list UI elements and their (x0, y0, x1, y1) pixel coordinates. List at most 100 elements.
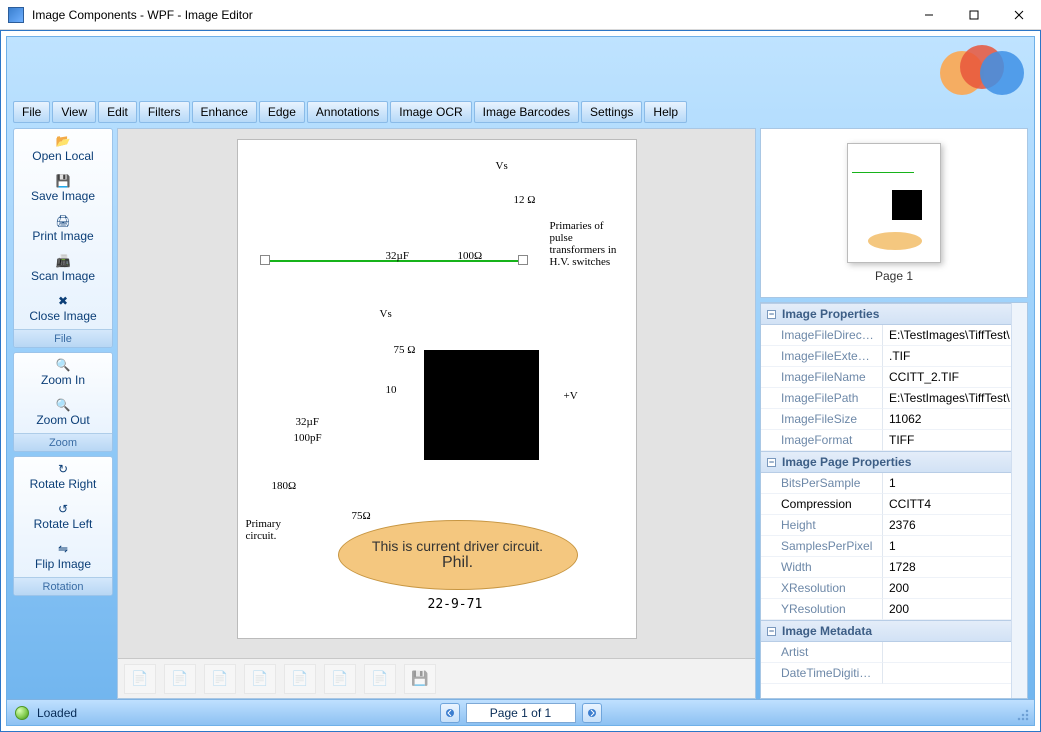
property-row[interactable]: YResolution200 (761, 599, 1027, 620)
property-value[interactable]: 1 (883, 536, 1027, 557)
shelf-item[interactable]: 📄 (244, 664, 276, 694)
property-value[interactable]: 200 (883, 599, 1027, 620)
property-value[interactable]: TIFF (883, 430, 1027, 451)
scrollbar[interactable] (1011, 303, 1027, 698)
annotation-handle-right[interactable] (518, 255, 528, 265)
property-row[interactable]: XResolution200 (761, 578, 1027, 599)
shelf-item[interactable]: 📄 (204, 664, 236, 694)
shelf-item[interactable]: 📄 (164, 664, 196, 694)
image-page[interactable]: Vs 12 Ω Primaries of pulse transformers … (237, 139, 637, 639)
property-value[interactable]: E:\TestImages\TiffTest\ (883, 325, 1027, 346)
menu-annotations[interactable]: Annotations (307, 101, 388, 123)
open-local-button[interactable]: 📂Open Local (14, 129, 112, 169)
next-page-button[interactable] (582, 703, 602, 723)
property-key: Height (761, 515, 883, 536)
menu-bar: File View Edit Filters Enhance Edge Anno… (7, 101, 1034, 123)
property-value[interactable] (883, 663, 1027, 684)
menu-file[interactable]: File (13, 101, 50, 123)
page-thumbnail[interactable] (847, 143, 941, 263)
toolbar-rotation-group: ↻Rotate Right ↺Rotate Left ⇋Flip Image R… (13, 456, 113, 596)
property-value[interactable]: 2376 (883, 515, 1027, 536)
flip-image-button[interactable]: ⇋Flip Image (14, 537, 112, 577)
prev-page-button[interactable] (440, 703, 460, 723)
property-key: XResolution (761, 578, 883, 599)
property-value[interactable]: 200 (883, 578, 1027, 599)
resize-grip[interactable] (1017, 709, 1031, 723)
circuit-label: 75 Ω (394, 344, 416, 356)
close-doc-icon: ✖ (55, 295, 71, 307)
rotate-left-icon: ↺ (55, 503, 71, 515)
menu-help[interactable]: Help (644, 101, 687, 123)
property-value[interactable]: CCITT_2.TIF (883, 367, 1027, 388)
printer-icon: 🖨 (55, 215, 71, 227)
property-value[interactable]: 1728 (883, 557, 1027, 578)
property-row[interactable]: Artist (761, 642, 1027, 663)
property-section-header[interactable]: −Image Metadata (761, 620, 1027, 642)
property-value[interactable] (883, 642, 1027, 663)
annotation-shelf: 📄 📄 📄 📄 📄 📄 📄 💾 (118, 658, 755, 698)
shelf-item[interactable]: 📄 (324, 664, 356, 694)
property-row[interactable]: ImageFormatTIFF (761, 430, 1027, 451)
property-key: ImageFileExtension (761, 346, 883, 367)
image-viewer[interactable]: Vs 12 Ω Primaries of pulse transformers … (117, 128, 756, 699)
property-section-title: Image Properties (782, 307, 879, 321)
property-value[interactable]: .TIF (883, 346, 1027, 367)
rotate-right-button[interactable]: ↻Rotate Right (14, 457, 112, 497)
annotation-text: This is current driver circuit. (372, 538, 543, 554)
annotation-text-oval[interactable]: This is current driver circuit. Phil. (338, 520, 578, 590)
property-row[interactable]: DateTimeDigitized (761, 663, 1027, 684)
menu-image-barcodes[interactable]: Image Barcodes (474, 101, 579, 123)
property-row[interactable]: CompressionCCITT4 (761, 494, 1027, 515)
save-image-button[interactable]: 💾Save Image (14, 169, 112, 209)
print-image-button[interactable]: 🖨Print Image (14, 209, 112, 249)
menu-enhance[interactable]: Enhance (192, 101, 257, 123)
title-bar: Image Components - WPF - Image Editor (0, 0, 1041, 30)
annotation-redaction[interactable] (424, 350, 539, 460)
property-row[interactable]: ImageFilePathE:\TestImages\TiffTest\ (761, 388, 1027, 409)
property-value[interactable]: CCITT4 (883, 494, 1027, 515)
property-row[interactable]: SamplesPerPixel1 (761, 536, 1027, 557)
menu-edit[interactable]: Edit (98, 101, 137, 123)
property-value[interactable]: 1 (883, 473, 1027, 494)
menu-settings[interactable]: Settings (581, 101, 642, 123)
minimize-button[interactable] (906, 0, 951, 29)
property-row[interactable]: ImageFileSize11062 (761, 409, 1027, 430)
zoom-in-button[interactable]: 🔍Zoom In (14, 353, 112, 393)
property-row[interactable]: BitsPerSample1 (761, 473, 1027, 494)
property-row[interactable]: ImageFileNameCCITT_2.TIF (761, 367, 1027, 388)
menu-edge[interactable]: Edge (259, 101, 305, 123)
menu-filters[interactable]: Filters (139, 101, 190, 123)
scanner-icon: 📠 (55, 255, 71, 267)
property-key: ImageFileName (761, 367, 883, 388)
property-value[interactable]: E:\TestImages\TiffTest\ (883, 388, 1027, 409)
collapse-icon[interactable]: − (767, 458, 776, 467)
property-section-title: Image Metadata (782, 624, 872, 638)
property-section-header[interactable]: −Image Properties (761, 303, 1027, 325)
toolbar-file-label: File (14, 329, 112, 347)
property-row[interactable]: ImageFileExtension.TIF (761, 346, 1027, 367)
shelf-item[interactable]: 📄 (284, 664, 316, 694)
rotate-left-button[interactable]: ↺Rotate Left (14, 497, 112, 537)
shelf-item[interactable]: 📄 (124, 664, 156, 694)
collapse-icon[interactable]: − (767, 310, 776, 319)
property-section-header[interactable]: −Image Page Properties (761, 451, 1027, 473)
menu-image-ocr[interactable]: Image OCR (390, 101, 471, 123)
maximize-button[interactable] (951, 0, 996, 29)
property-value[interactable]: 11062 (883, 409, 1027, 430)
scan-image-button[interactable]: 📠Scan Image (14, 249, 112, 289)
close-image-button[interactable]: ✖Close Image (14, 289, 112, 329)
shelf-item[interactable]: 💾 (404, 664, 436, 694)
property-row[interactable]: Height2376 (761, 515, 1027, 536)
menu-view[interactable]: View (52, 101, 96, 123)
toolbar-file-group: 📂Open Local 💾Save Image 🖨Print Image 📠Sc… (13, 128, 113, 348)
zoom-out-icon: 🔍 (55, 399, 71, 411)
property-grid[interactable]: −Image PropertiesImageFileDirectoryE:\Te… (760, 302, 1028, 699)
zoom-out-button[interactable]: 🔍Zoom Out (14, 393, 112, 433)
annotation-handle-left[interactable] (260, 255, 270, 265)
collapse-icon[interactable]: − (767, 627, 776, 636)
circuit-label: 32µF (296, 416, 319, 428)
shelf-item[interactable]: 📄 (364, 664, 396, 694)
property-row[interactable]: ImageFileDirectoryE:\TestImages\TiffTest… (761, 325, 1027, 346)
close-button[interactable] (996, 0, 1041, 29)
property-row[interactable]: Width1728 (761, 557, 1027, 578)
